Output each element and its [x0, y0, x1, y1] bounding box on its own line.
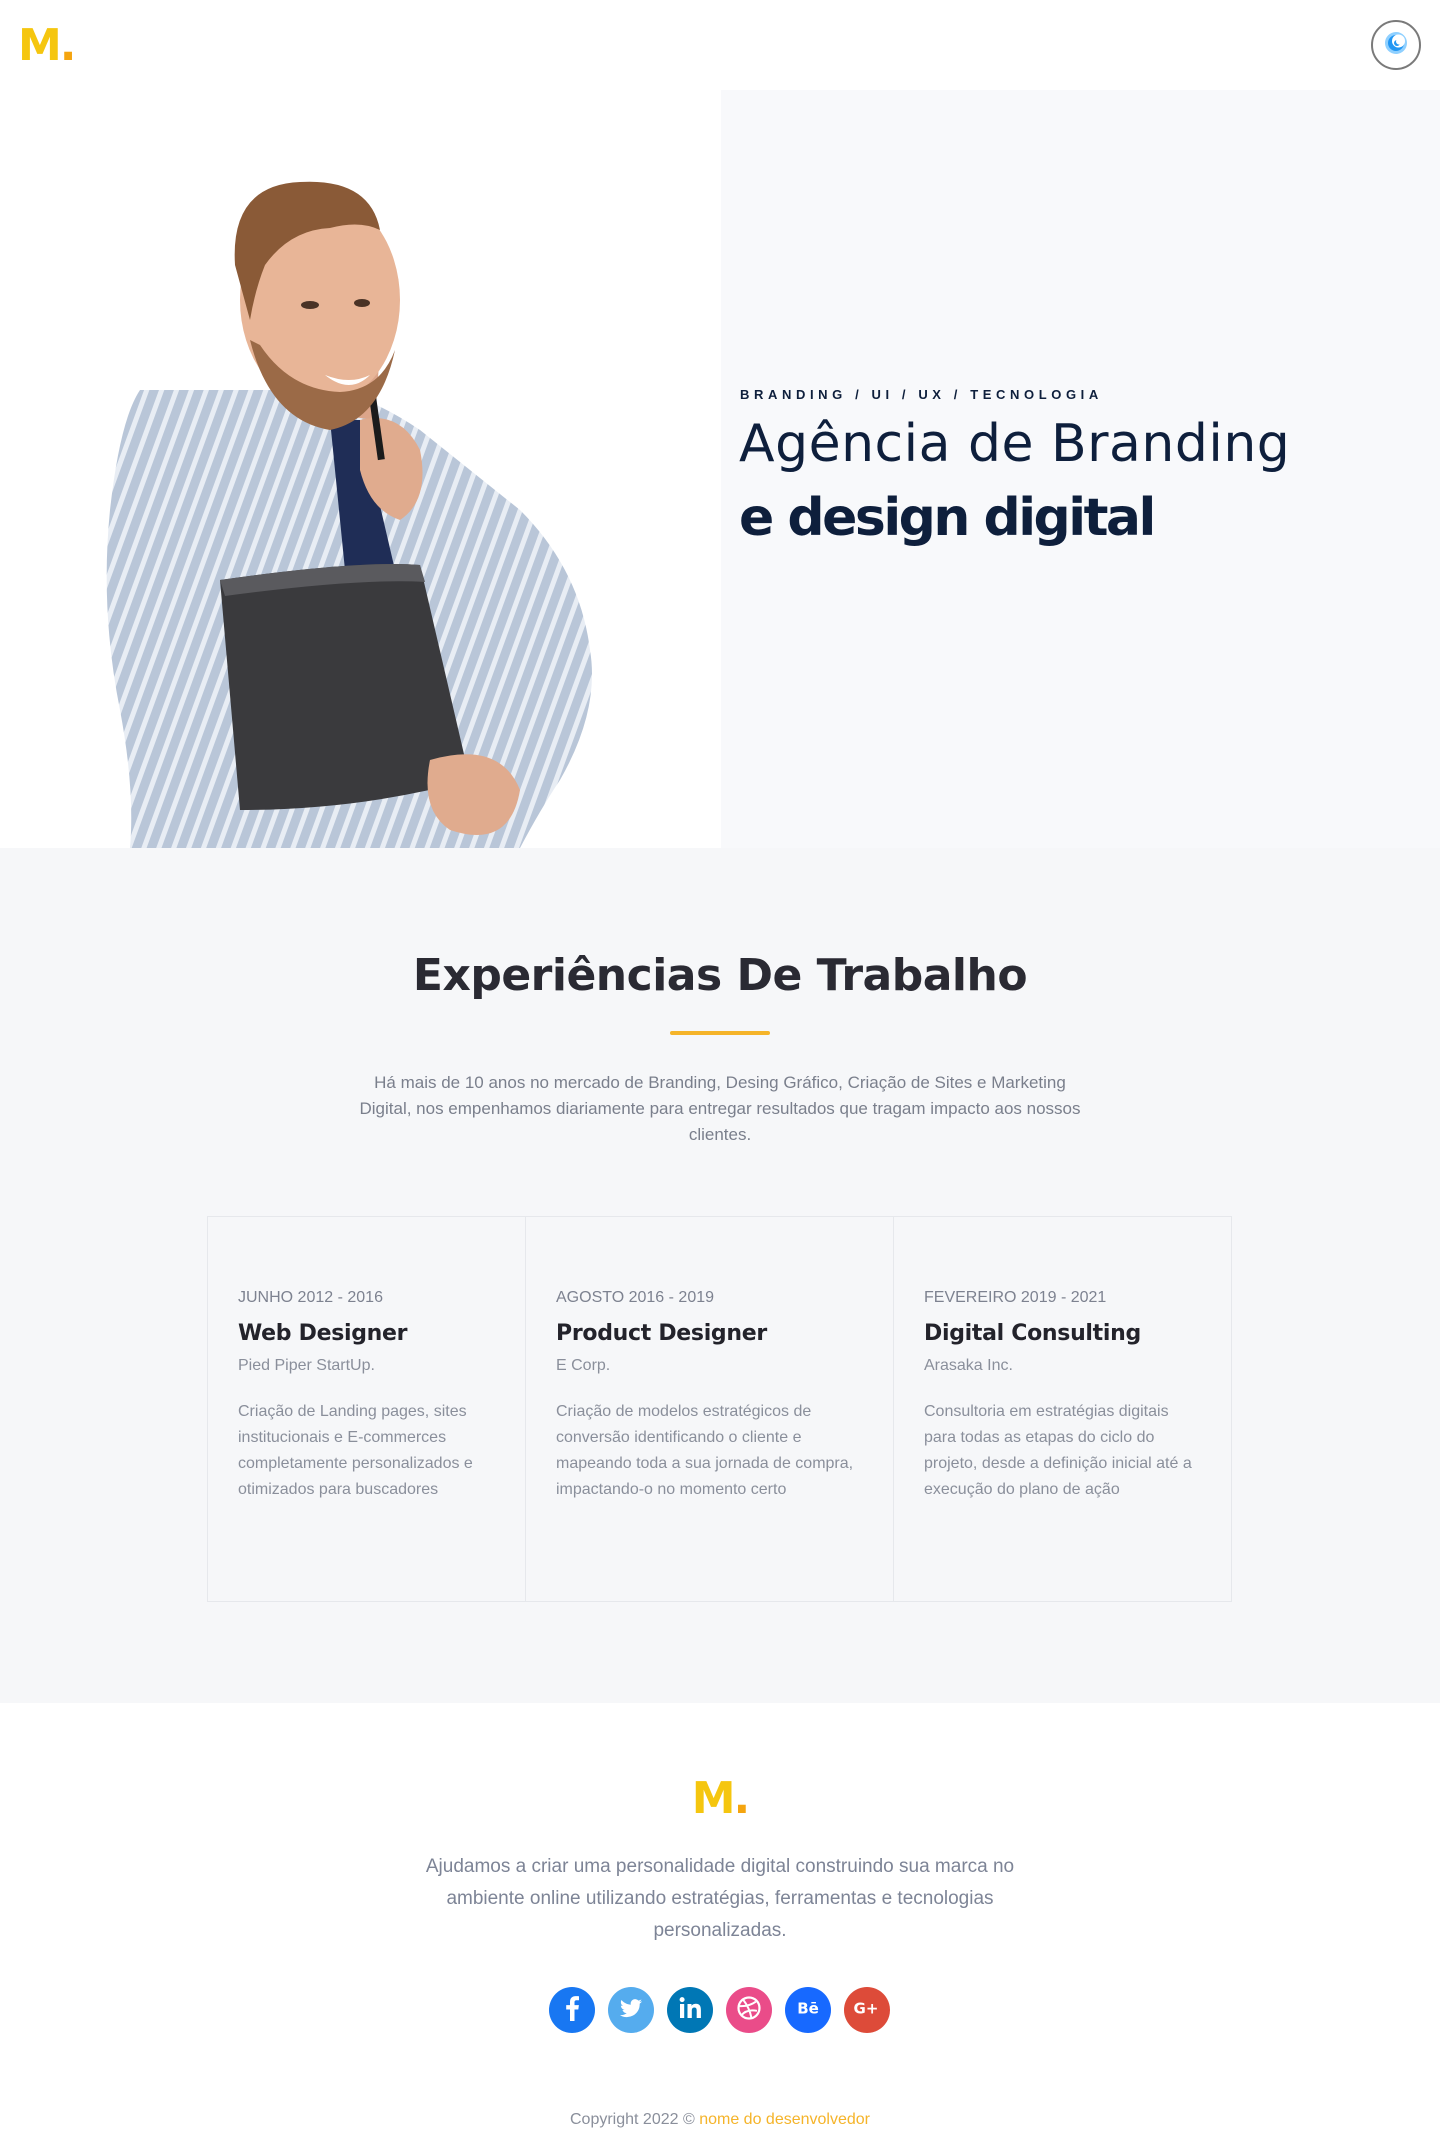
copyright-text: Copyright 2022 ©	[570, 2111, 695, 2128]
hero-text-panel: BRANDING / UI / UX / TECNOLOGIA Agência …	[721, 90, 1440, 848]
footer-description: Ajudamos a criar uma personalidade digit…	[425, 1856, 1015, 1941]
hero-subtitle: e design digital	[739, 488, 1156, 548]
behance-icon: Bē	[785, 1985, 831, 2036]
card-title: Web Designer	[238, 1321, 408, 1346]
card-text: Criação de modelos estratégicos de conve…	[556, 1403, 854, 1498]
card-text: Criação de Landing pages, sites instituc…	[238, 1403, 473, 1498]
footer-logo[interactable]: M.	[0, 1773, 1440, 1825]
man-holding-folder-photo	[106, 181, 593, 848]
svg-text:Bē: Bē	[797, 1999, 819, 2017]
card-company: E Corp.	[556, 1357, 611, 1374]
card-text: Consultoria em estratégias digitais para…	[924, 1403, 1192, 1498]
card-date: AGOSTO 2016 - 2019	[556, 1289, 715, 1306]
card-title: Digital Consulting	[924, 1321, 1141, 1346]
dribbble-icon	[726, 1985, 772, 2036]
linkedin-icon	[667, 1985, 713, 2036]
card-date: JUNHO 2012 - 2016	[238, 1289, 383, 1306]
facebook-icon	[549, 1985, 595, 2036]
hero-section: BRANDING / UI / UX / TECNOLOGIA Agência …	[0, 90, 1440, 848]
twitter-icon	[608, 1985, 654, 2036]
social-links: Bē G+	[549, 1987, 890, 2033]
hero-image-panel	[0, 90, 721, 848]
card-company: Arasaka Inc.	[924, 1357, 1013, 1374]
experience-card: JUNHO 2012 - 2016 Web Designer Pied Pipe…	[208, 1217, 526, 1601]
twitter-link[interactable]	[608, 1987, 654, 2033]
logo-letter: M	[18, 20, 62, 71]
hero-tags: BRANDING / UI / UX / TECNOLOGIA	[740, 387, 1103, 402]
linkedin-link[interactable]	[667, 1987, 713, 2033]
site-footer: M. Ajudamos a criar uma personalidade di…	[0, 1703, 1440, 2153]
developer-link[interactable]: nome do desenvolvedor	[699, 2111, 870, 2128]
site-header: M.	[0, 0, 1440, 90]
experience-card: FEVEREIRO 2019 - 2021 Digital Consulting…	[894, 1217, 1231, 1601]
title-underline	[670, 1031, 770, 1035]
logo-dot: .	[59, 20, 77, 71]
behance-link[interactable]: Bē	[785, 1987, 831, 2033]
facebook-link[interactable]	[549, 1987, 595, 2033]
svg-text:G+: G+	[854, 1999, 879, 2017]
logo-letter: M	[691, 1773, 736, 1824]
logo-dot: .	[733, 1773, 751, 1824]
hero-title: Agência de Branding	[739, 414, 1291, 474]
dribbble-link[interactable]	[726, 1987, 772, 2033]
experience-card: AGOSTO 2016 - 2019 Product Designer E Co…	[526, 1217, 894, 1601]
logo[interactable]: M.	[18, 20, 77, 72]
google-plus-link[interactable]: G+	[844, 1987, 890, 2033]
card-company: Pied Piper StartUp.	[238, 1357, 375, 1374]
experience-cards: JUNHO 2012 - 2016 Web Designer Pied Pipe…	[207, 1216, 1232, 1602]
theme-toggle-button[interactable]	[1371, 20, 1421, 70]
copyright: Copyright 2022 © nome do desenvolvedor	[0, 2111, 1440, 2129]
moon-icon	[1383, 30, 1409, 61]
experience-section: Experiências De Trabalho Há mais de 10 a…	[0, 848, 1440, 1703]
google-plus-icon: G+	[844, 1985, 890, 2036]
card-title: Product Designer	[556, 1321, 767, 1346]
section-description: Há mais de 10 anos no mercado de Brandin…	[359, 1073, 1081, 1144]
section-title: Experiências De Trabalho	[412, 950, 1028, 1001]
card-date: FEVEREIRO 2019 - 2021	[924, 1289, 1107, 1306]
